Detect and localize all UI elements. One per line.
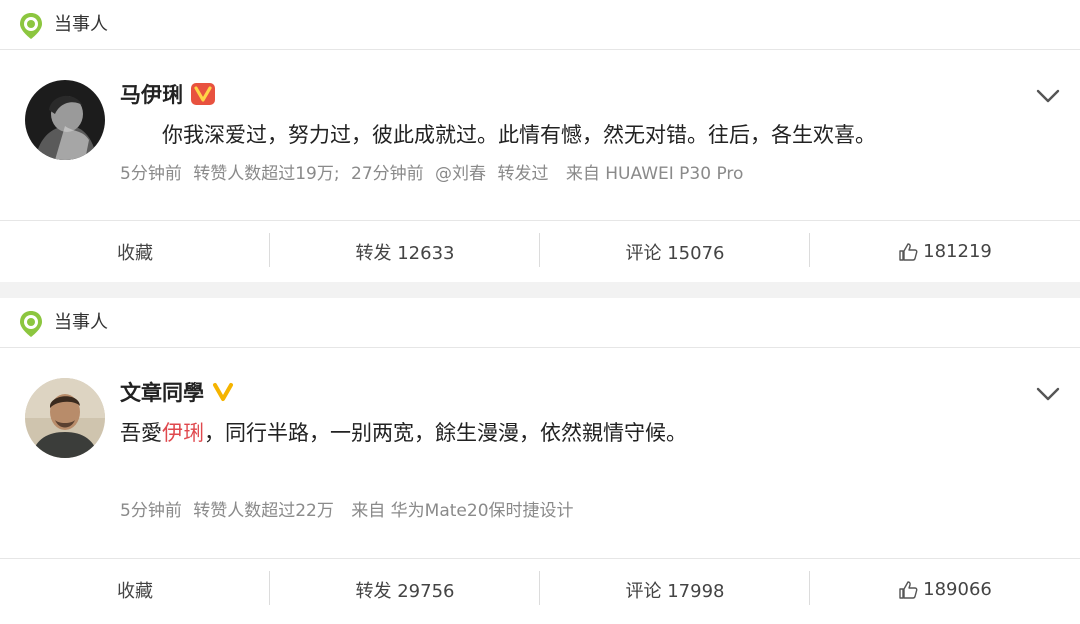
location-pin-icon (20, 13, 42, 39)
repost-button[interactable]: 转发 12633 (270, 221, 540, 282)
section-header: 当事人 (0, 298, 1080, 348)
post-text: 吾愛伊琍，同行半路，一别两宽，餘生漫漫，依然親情守候。 (120, 421, 687, 445)
section-header: 当事人 (0, 0, 1080, 50)
chevron-down-icon[interactable] (1036, 89, 1060, 103)
comment-button[interactable]: 评论 15076 (540, 221, 810, 282)
weibo-card-2: 当事人 文章同學 吾愛伊琍，同行半路，一别两宽，餘生漫漫，依然親情守候。 5分钟… (0, 298, 1080, 624)
post-time: 5分钟前 (120, 164, 182, 184)
repost-label: 转发过 (497, 164, 549, 184)
weibo-card-1: 当事人 马伊琍 你我深爱过，努力过，彼此成就过。此情有憾，然无对错。往后，各生欢… (0, 0, 1080, 282)
mention-link[interactable]: 伊琍 (162, 421, 204, 445)
section-title: 当事人 (54, 312, 108, 333)
action-bar: 收藏 转发 29756 评论 17998 189066 (0, 558, 1080, 620)
like-button[interactable]: 181219 (810, 221, 1080, 282)
favorite-button[interactable]: 收藏 (0, 221, 270, 282)
author-name[interactable]: 马伊琍 (120, 81, 215, 109)
post-meta: 5分钟前 转赞人数超过19万; 27分钟前 @刘春 转发过 来自 HUAWEI … (120, 162, 749, 186)
author-name[interactable]: 文章同學 (120, 379, 234, 407)
post-text: 你我深爱过，努力过，彼此成就过。此情有憾，然无对错。往后，各生欢喜。 (162, 123, 876, 147)
verified-badge-icon (213, 383, 233, 401)
post-stats: 转赞人数超过22万 (193, 501, 334, 521)
action-bar: 收藏 转发 12633 评论 15076 181219 (0, 220, 1080, 282)
thumbs-up-icon (899, 242, 918, 261)
like-button[interactable]: 189066 (810, 559, 1080, 620)
repost-time: 27分钟前 (351, 164, 424, 184)
location-pin-icon (20, 311, 42, 337)
post-meta: 5分钟前 转赞人数超过22万 来自 华为Mate20保时捷设计 (120, 499, 580, 523)
comment-button[interactable]: 评论 17998 (540, 559, 810, 620)
favorite-button[interactable]: 收藏 (0, 559, 270, 620)
repost-user-link[interactable]: @刘春 (435, 164, 486, 184)
chevron-down-icon[interactable] (1036, 387, 1060, 401)
post-time: 5分钟前 (120, 501, 182, 521)
avatar[interactable] (25, 378, 105, 458)
post-source: 来自 华为Mate20保时捷设计 (351, 501, 574, 521)
section-title: 当事人 (54, 14, 108, 35)
post-source: 来自 HUAWEI P30 Pro (565, 164, 744, 184)
verified-badge-icon (191, 83, 215, 105)
avatar[interactable] (25, 80, 105, 160)
thumbs-up-icon (899, 580, 918, 599)
repost-button[interactable]: 转发 29756 (270, 559, 540, 620)
post-stats: 转赞人数超过19万; (193, 164, 340, 184)
